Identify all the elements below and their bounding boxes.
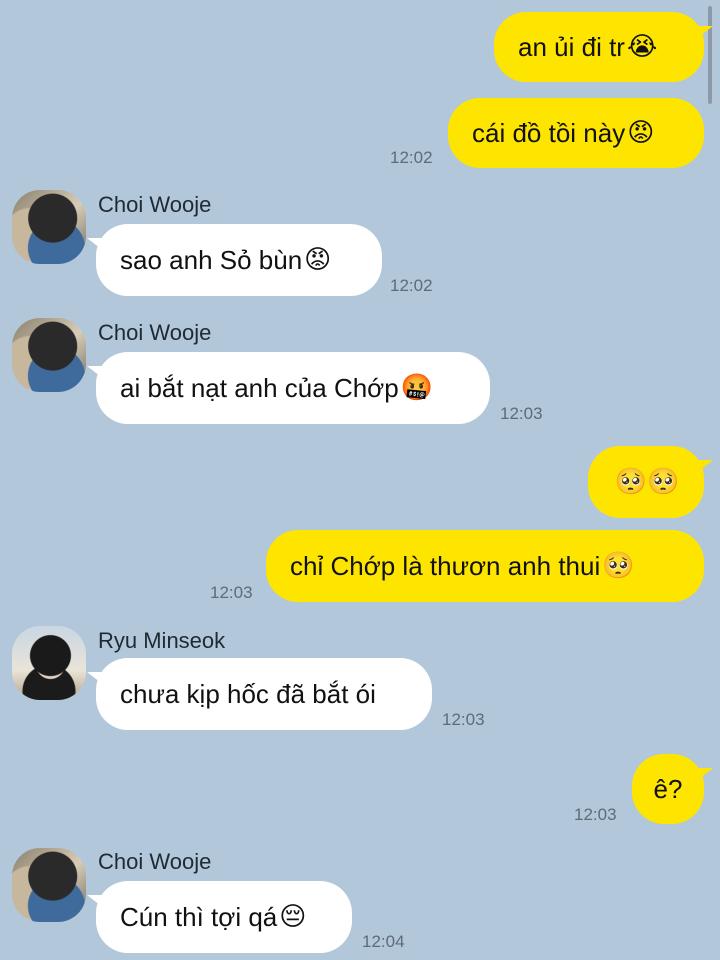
- message-timestamp: 12:03: [442, 710, 485, 729]
- message-text: chỉ Chớp là thươn anh thui: [290, 551, 601, 581]
- emoji-icon: 😭: [626, 32, 658, 62]
- message-bubble-sent[interactable]: cái đồ tồi này 😡: [448, 98, 704, 168]
- message-timestamp: 12:03: [500, 404, 543, 423]
- message-bubble-sent[interactable]: ê?: [632, 754, 713, 824]
- emoji-icon: 😡: [627, 118, 655, 148]
- sender-name: Choi Wooje: [98, 320, 212, 345]
- message-timestamp: 12:03: [574, 805, 617, 824]
- pleading-face-icon: 🥺🥺: [614, 467, 680, 497]
- message-text: chưa kịp hốc đã bắt ói: [120, 679, 376, 709]
- avatar[interactable]: [12, 318, 86, 392]
- sender-name: Choi Wooje: [98, 849, 212, 874]
- message-text: ê?: [653, 774, 683, 804]
- emoji-icon: 🤬: [400, 373, 434, 403]
- message-bubble-sent[interactable]: an ủi đi tr 😭: [494, 12, 713, 82]
- emoji-icon: 😡: [304, 245, 332, 275]
- message-bubble-received[interactable]: sao anh Sỏ bùn 😡: [87, 224, 382, 296]
- avatar[interactable]: [12, 190, 86, 264]
- message-text: cái đồ tồi này: [472, 118, 626, 148]
- message-bubble-received[interactable]: chưa kịp hốc đã bắt ói: [87, 658, 432, 730]
- message-timestamp: 12:03: [210, 583, 253, 602]
- pleading-face-icon: 🥺: [602, 551, 635, 581]
- message-bubble-sent[interactable]: 🥺🥺: [588, 446, 713, 518]
- sender-name: Ryu Minseok: [98, 628, 226, 653]
- message-bubble-received[interactable]: ai bắt nạt anh của Chớp 🤬: [87, 352, 490, 424]
- message-bubble-received[interactable]: Cún thì tợi qá 😔: [87, 881, 352, 953]
- message-timestamp: 12:02: [390, 148, 433, 167]
- emoji-icon: 😔: [279, 902, 307, 932]
- message-timestamp: 12:02: [390, 276, 433, 295]
- message-bubble-sent[interactable]: chỉ Chớp là thươn anh thui 🥺: [266, 530, 704, 602]
- message-timestamp: 12:04: [362, 932, 405, 951]
- message-text: an ủi đi tr: [518, 32, 625, 62]
- avatar[interactable]: [12, 626, 86, 700]
- sender-name: Choi Wooje: [98, 192, 212, 217]
- avatar[interactable]: [12, 848, 86, 922]
- message-text: sao anh Sỏ bùn: [120, 245, 303, 275]
- message-text: Cún thì tợi qá: [120, 902, 278, 932]
- scrollbar[interactable]: [708, 6, 712, 104]
- message-text: ai bắt nạt anh của Chớp: [120, 373, 399, 403]
